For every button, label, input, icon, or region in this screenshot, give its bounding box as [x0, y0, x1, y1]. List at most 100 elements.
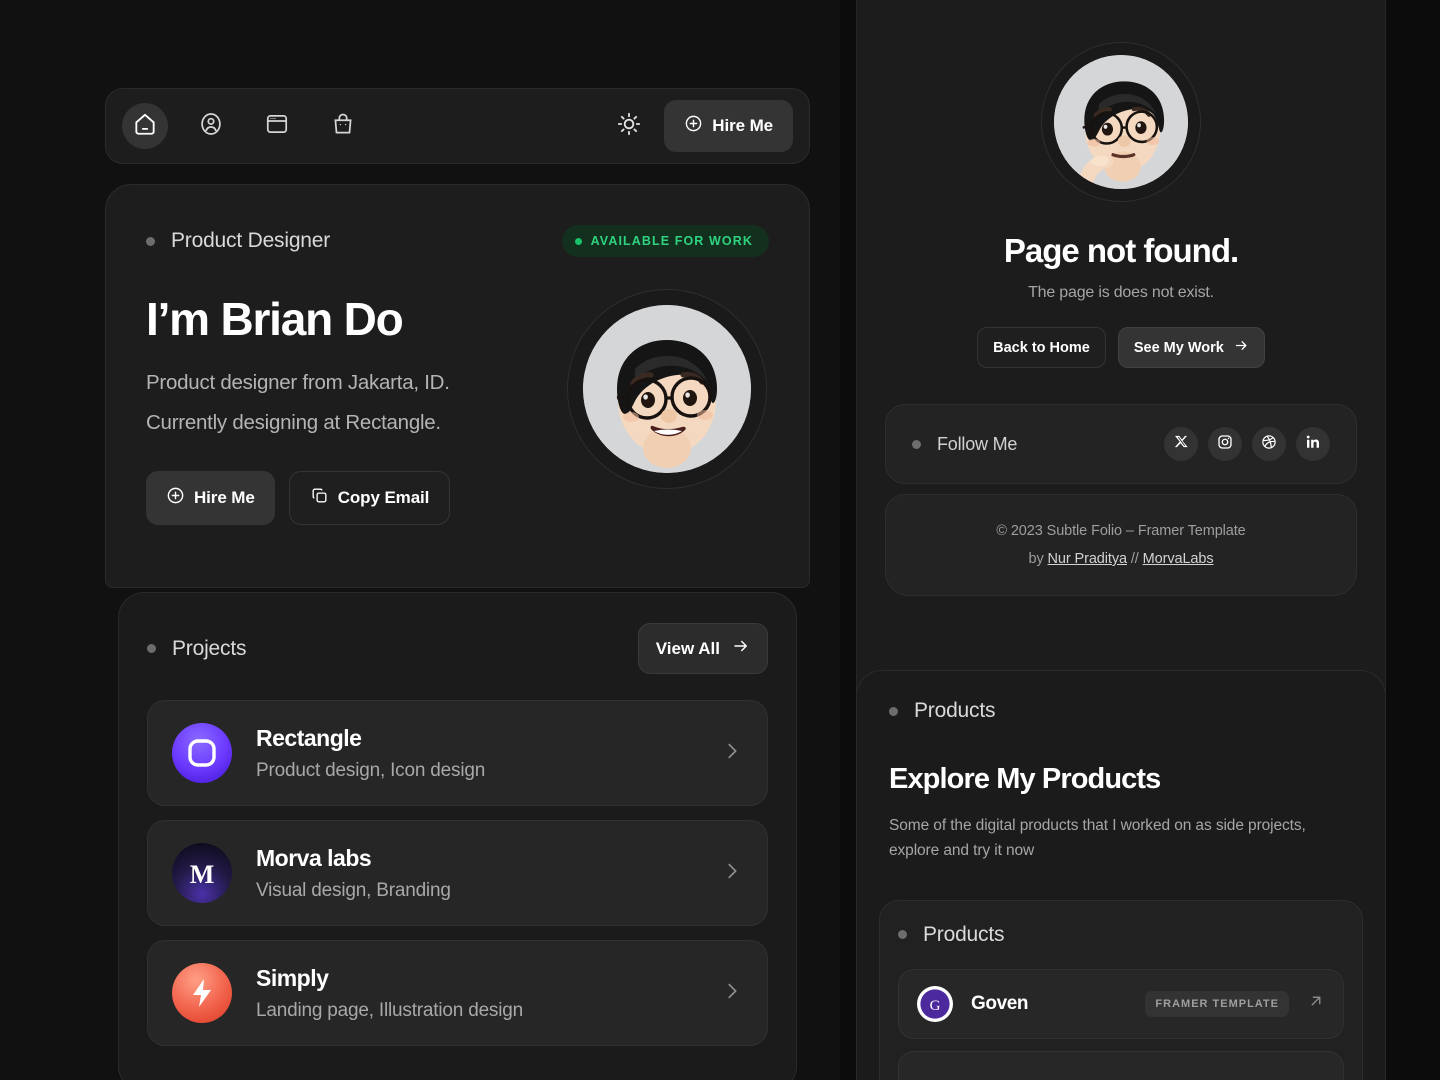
hire-me-button-nav[interactable]: Hire Me [664, 100, 793, 152]
social-link-dribbble[interactable] [1252, 427, 1286, 461]
social-link-instagram[interactable] [1208, 427, 1242, 461]
status-dot-icon [575, 238, 582, 245]
social-links [1164, 427, 1330, 461]
hero-bio: Product designer from Jakarta, ID. Curre… [146, 363, 567, 443]
goven-logo: G [917, 986, 953, 1022]
project-name: Simply [256, 965, 697, 992]
nav-item-products[interactable] [320, 103, 366, 149]
hero-button-group: Hire Me Copy Email [146, 471, 567, 525]
not-found-subtitle: The page is does not exist. [1028, 284, 1214, 302]
memoji-thinking-avatar [1054, 55, 1188, 189]
chevron-right-icon [721, 740, 743, 767]
app-root: Hire Me Product Designer AVAILABLE FOR W… [0, 0, 1440, 1080]
nav-item-about[interactable] [188, 103, 234, 149]
morva-labs-logo: M [172, 843, 232, 903]
svg-text:M: M [190, 860, 215, 889]
social-link-x[interactable] [1164, 427, 1198, 461]
bullet-dot-icon [147, 644, 156, 653]
list-item[interactable] [898, 1051, 1344, 1080]
product-name: Goven [971, 993, 1028, 1015]
table-row[interactable]: Simply Landing page, Illustration design [147, 940, 768, 1046]
browser-window-icon [264, 111, 290, 142]
arrow-up-right-icon [1307, 992, 1325, 1015]
page-title: I’m Brian Do [146, 295, 567, 343]
hero-bio-line-2: Currently designing at Rectangle. [146, 403, 567, 443]
sun-icon [616, 111, 642, 142]
social-link-linkedin[interactable] [1296, 427, 1330, 461]
products-list: G Goven FRAMER TEMPLATE [898, 969, 1344, 1080]
follow-me-label: Follow Me [937, 434, 1017, 455]
see-my-work-label: See My Work [1134, 340, 1224, 356]
back-to-home-label: Back to Home [993, 340, 1090, 356]
hero-body: I’m Brian Do Product designer from Jakar… [146, 295, 769, 525]
project-name: Morva labs [256, 845, 697, 872]
hero-card: Product Designer AVAILABLE FOR WORK I’m … [105, 184, 810, 588]
authors-line: by Nur Praditya // MorvaLabs [912, 551, 1330, 567]
project-tags: Visual design, Branding [256, 880, 697, 902]
copy-icon [310, 486, 329, 510]
x-twitter-icon [1174, 434, 1189, 454]
hire-me-label: Hire Me [194, 488, 255, 508]
projects-card: Projects View All [118, 592, 797, 1080]
table-row[interactable]: M Morva labs Visual design, Branding [147, 820, 768, 926]
products-section-label: Products [914, 699, 995, 723]
products-heading: Explore My Products [889, 763, 1353, 796]
copy-email-button[interactable]: Copy Email [289, 471, 451, 525]
avatar [1041, 42, 1201, 202]
bullet-dot-icon [146, 237, 155, 246]
project-meta: Simply Landing page, Illustration design [256, 965, 697, 1022]
theme-toggle-button[interactable] [612, 109, 646, 143]
bullet-dot-icon [912, 440, 921, 449]
simply-logo [172, 963, 232, 1023]
svg-text:G: G [930, 998, 941, 1014]
avatar [567, 289, 767, 489]
plus-circle-icon [684, 114, 703, 138]
arrow-right-icon [732, 637, 750, 660]
avatar-image [583, 305, 751, 473]
not-found-title: Page not found. [1004, 232, 1238, 270]
bullet-dot-icon [898, 930, 907, 939]
hire-me-button-hero[interactable]: Hire Me [146, 471, 275, 525]
projects-list: Rectangle Product design, Icon design [147, 700, 768, 1046]
projects-header: Projects View All [147, 623, 768, 674]
table-row[interactable]: Rectangle Product design, Icon design [147, 700, 768, 806]
status-badge: FRAMER TEMPLATE [1145, 991, 1289, 1017]
back-to-home-button[interactable]: Back to Home [977, 327, 1106, 368]
view-all-label: View All [656, 639, 720, 659]
products-inner-panel: Products G Goven FRAMER TEMPLATE [879, 900, 1363, 1080]
instagram-icon [1217, 434, 1233, 455]
arrow-right-icon [1234, 338, 1249, 357]
not-found-section: Page not found. The page is does not exi… [857, 0, 1385, 368]
view-all-button[interactable]: View All [638, 623, 768, 674]
products-card: Products Explore My Products Some of the… [856, 670, 1386, 1080]
studio-link[interactable]: MorvaLabs [1143, 551, 1214, 567]
see-my-work-button[interactable]: See My Work [1118, 327, 1265, 368]
author-link[interactable]: Nur Praditya [1048, 551, 1127, 567]
products-description: Some of the digital products that I work… [889, 814, 1353, 864]
hero-eyebrow: Product Designer [171, 229, 330, 253]
nav-icon-group [122, 103, 366, 149]
nav-right-group: Hire Me [612, 100, 793, 152]
home-icon [132, 111, 158, 142]
copyright-line: © 2023 Subtle Folio – Framer Template [912, 523, 1330, 539]
hero-bio-line-1: Product designer from Jakarta, ID. [146, 363, 567, 403]
availability-label: AVAILABLE FOR WORK [591, 234, 753, 248]
products-inner-label: Products [923, 923, 1004, 947]
chevron-right-icon [721, 860, 743, 887]
list-item[interactable]: G Goven FRAMER TEMPLATE [898, 969, 1344, 1039]
avatar-image [1054, 55, 1188, 189]
profile-icon [198, 111, 224, 142]
availability-badge: AVAILABLE FOR WORK [562, 225, 769, 257]
bullet-dot-icon [889, 707, 898, 716]
nav-item-home[interactable] [122, 103, 168, 149]
dribbble-icon [1261, 434, 1277, 455]
projects-section-label: Projects [172, 637, 246, 661]
hire-me-label: Hire Me [712, 116, 773, 136]
follow-me-panel: Follow Me [885, 404, 1357, 484]
rectangle-logo [172, 723, 232, 783]
nav-item-projects[interactable] [254, 103, 300, 149]
linkedin-icon [1305, 434, 1321, 455]
author-separator: // [1127, 551, 1143, 567]
bag-icon [330, 111, 356, 142]
hero-header: Product Designer AVAILABLE FOR WORK [146, 225, 769, 257]
